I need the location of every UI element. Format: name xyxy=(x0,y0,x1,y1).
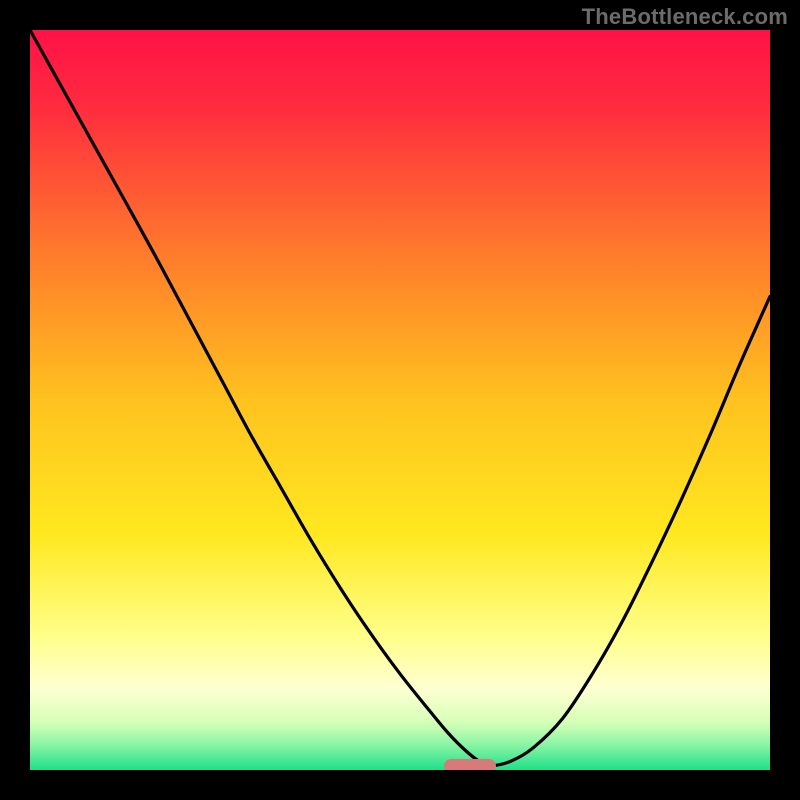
plot-area xyxy=(30,30,770,770)
gradient-background xyxy=(30,30,770,770)
chart-svg xyxy=(30,30,770,770)
watermark-text: TheBottleneck.com xyxy=(582,4,788,30)
optimal-range-marker xyxy=(444,759,496,770)
chart-frame: TheBottleneck.com xyxy=(0,0,800,800)
